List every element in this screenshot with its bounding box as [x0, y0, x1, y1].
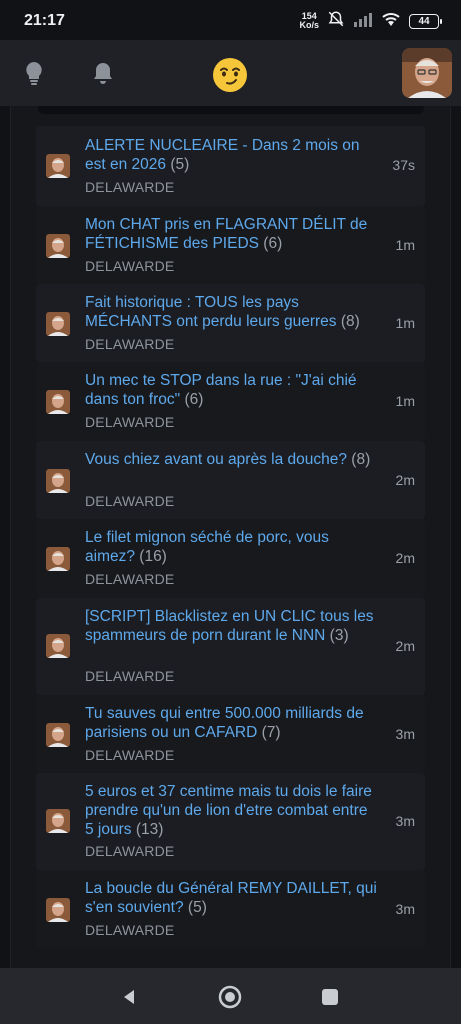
author-avatar [46, 898, 70, 922]
topic-time: 1m [395, 393, 415, 409]
author-avatar [46, 154, 70, 178]
author-avatar [46, 390, 70, 414]
topic-row[interactable]: La boucle du Général REMY DAILLET, qui s… [36, 870, 425, 948]
topic-title[interactable]: La boucle du Général REMY DAILLET, qui s… [85, 879, 377, 917]
topic-title[interactable]: Mon CHAT pris en FLAGRANT DÉLIT de FÉTIC… [85, 215, 377, 253]
topic-title-text[interactable]: Le filet mignon séché de porc, vous aime… [85, 529, 329, 565]
top-panel-edge [38, 106, 424, 114]
topic-list: ALERTE NUCLEAIRE - Dans 2 mois on est en… [36, 126, 425, 948]
topic-title-text[interactable]: ALERTE NUCLEAIRE - Dans 2 mois on est en… [85, 137, 360, 173]
topic-author[interactable]: DELAWARDE [85, 668, 174, 684]
topic-author[interactable]: DELAWARDE [85, 493, 174, 509]
network-speed: 154 Ko/s [299, 12, 319, 30]
topic-author[interactable]: DELAWARDE [85, 747, 174, 763]
topic-title-text[interactable]: Fait historique : TOUS les pays MÉCHANTS… [85, 294, 337, 330]
user-avatar[interactable] [402, 48, 452, 98]
status-bar: 21:17 154 Ko/s 44 [0, 0, 461, 40]
topic-title[interactable]: ALERTE NUCLEAIRE - Dans 2 mois on est en… [85, 136, 377, 174]
topic-time: 2m [395, 550, 415, 566]
topic-row[interactable]: Un mec te STOP dans la rue : "J'ai chié … [36, 362, 425, 441]
topic-title-text[interactable]: Vous chiez avant ou après la douche? [85, 451, 347, 468]
author-avatar [46, 234, 70, 258]
topic-title[interactable]: Fait historique : TOUS les pays MÉCHANTS… [85, 293, 377, 331]
topic-time: 3m [395, 726, 415, 742]
bell-muted-icon [327, 10, 345, 33]
topic-author[interactable]: DELAWARDE [85, 258, 174, 274]
topic-title-text[interactable]: Un mec te STOP dans la rue : "J'ai chié … [85, 372, 357, 408]
topic-reply-count: (7) [261, 724, 281, 741]
topic-row[interactable]: Fait historique : TOUS les pays MÉCHANTS… [36, 284, 425, 362]
author-avatar [46, 634, 70, 658]
status-icons: 154 Ko/s 44 [299, 10, 442, 33]
emoji-face-icon[interactable] [211, 56, 249, 94]
author-avatar [46, 469, 70, 493]
notification-bell-icon[interactable] [88, 58, 118, 88]
topic-row[interactable]: 5 euros et 37 centime mais tu dois le fa… [36, 773, 425, 870]
topic-title[interactable]: [SCRIPT] Blacklistez en UN CLIC tous les… [85, 607, 377, 645]
author-avatar [46, 547, 70, 571]
recents-icon[interactable] [317, 984, 343, 1010]
topic-reply-count: (8) [351, 451, 371, 468]
topic-reply-count: (16) [139, 548, 167, 565]
topic-time: 1m [395, 237, 415, 253]
topic-author[interactable]: DELAWARDE [85, 571, 174, 587]
topic-reply-count: (8) [340, 313, 360, 330]
wifi-icon [381, 11, 401, 32]
topic-time: 1m [395, 315, 415, 331]
topic-author[interactable]: DELAWARDE [85, 336, 174, 352]
topic-author[interactable]: DELAWARDE [85, 843, 174, 859]
status-time: 21:17 [24, 12, 65, 29]
topic-reply-count: (6) [263, 235, 283, 252]
system-nav-bar [0, 968, 461, 1024]
topic-reply-count: (6) [184, 391, 204, 408]
topic-time: 2m [395, 472, 415, 488]
topic-title[interactable]: Tu sauves qui entre 500.000 milliards de… [85, 704, 377, 742]
topic-reply-count: (3) [329, 627, 349, 644]
topic-time: 37s [392, 157, 415, 173]
battery-indicator: 44 [409, 13, 442, 29]
signal-icon [353, 11, 373, 32]
topic-title-text[interactable]: 5 euros et 37 centime mais tu dois le fa… [85, 783, 372, 838]
topic-row[interactable]: [SCRIPT] Blacklistez en UN CLIC tous les… [36, 598, 425, 695]
topic-author[interactable]: DELAWARDE [85, 922, 174, 938]
topic-title[interactable]: Vous chiez avant ou après la douche? (8) [85, 450, 377, 469]
network-speed-unit: Ko/s [299, 20, 319, 30]
author-avatar [46, 312, 70, 336]
topic-row[interactable]: Vous chiez avant ou après la douche? (8)… [36, 441, 425, 519]
topic-row[interactable]: Tu sauves qui entre 500.000 milliards de… [36, 695, 425, 773]
back-icon[interactable] [116, 984, 142, 1010]
topic-reply-count: (13) [135, 821, 164, 838]
app-header [0, 40, 461, 106]
topic-title-text[interactable]: Tu sauves qui entre 500.000 milliards de… [85, 705, 364, 741]
topic-author[interactable]: DELAWARDE [85, 179, 174, 195]
topic-time: 2m [395, 638, 415, 654]
home-icon[interactable] [217, 984, 243, 1010]
topic-time: 3m [395, 901, 415, 917]
topic-reply-count: (5) [187, 899, 207, 916]
topic-row[interactable]: ALERTE NUCLEAIRE - Dans 2 mois on est en… [36, 126, 425, 206]
topic-title[interactable]: Un mec te STOP dans la rue : "J'ai chié … [85, 371, 377, 409]
topic-title[interactable]: 5 euros et 37 centime mais tu dois le fa… [85, 782, 377, 839]
topic-row[interactable]: Le filet mignon séché de porc, vous aime… [36, 519, 425, 598]
topic-author[interactable]: DELAWARDE [85, 414, 174, 430]
topic-title-text[interactable]: La boucle du Général REMY DAILLET, qui s… [85, 880, 377, 916]
topic-title-text[interactable]: Mon CHAT pris en FLAGRANT DÉLIT de FÉTIC… [85, 216, 367, 252]
topic-row[interactable]: Mon CHAT pris en FLAGRANT DÉLIT de FÉTIC… [36, 206, 425, 284]
author-avatar [46, 809, 70, 833]
author-avatar [46, 723, 70, 747]
topic-title[interactable]: Le filet mignon séché de porc, vous aime… [85, 528, 377, 566]
lightbulb-icon[interactable] [19, 58, 49, 88]
topic-time: 3m [395, 813, 415, 829]
topic-reply-count: (5) [170, 156, 190, 173]
